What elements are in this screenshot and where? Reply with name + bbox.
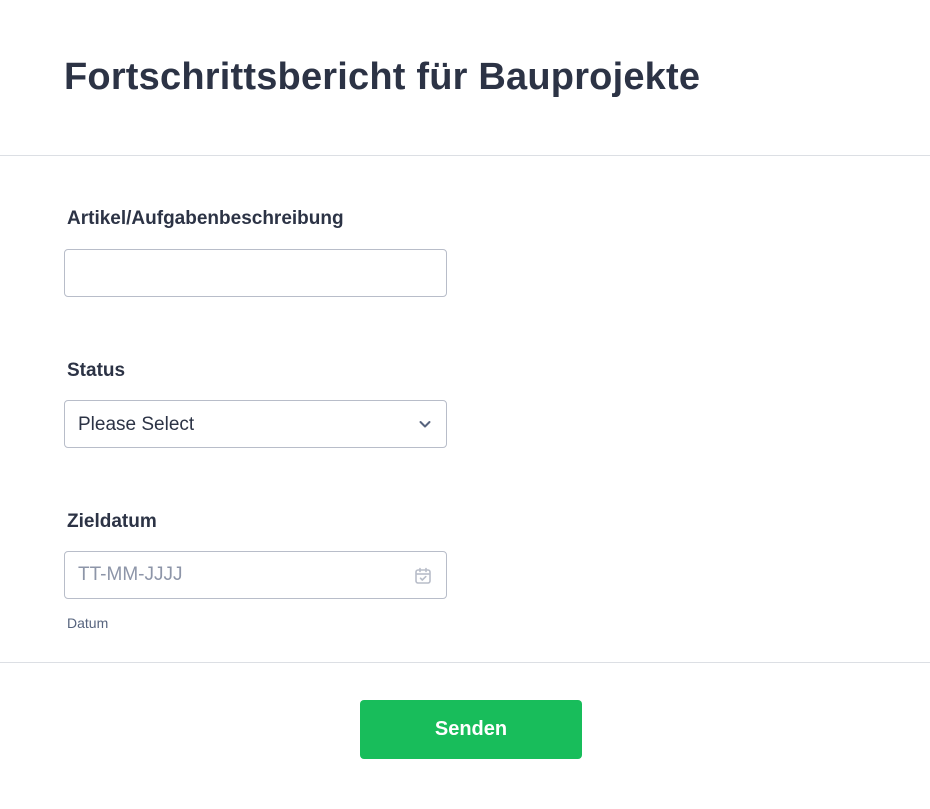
target-date-label: Zieldatum bbox=[67, 511, 157, 532]
chevron-down-icon bbox=[419, 421, 431, 428]
target-date-input[interactable] bbox=[65, 552, 395, 598]
status-select[interactable]: Please Select bbox=[64, 400, 447, 448]
target-date-sublabel: Datum bbox=[67, 615, 109, 631]
page-title: Fortschrittsbericht für Bauprojekte bbox=[64, 56, 701, 98]
calendar-icon[interactable] bbox=[413, 566, 433, 586]
description-label: Artikel/Aufgabenbeschreibung bbox=[67, 208, 344, 229]
footer-divider bbox=[0, 662, 930, 663]
description-input[interactable] bbox=[64, 249, 447, 297]
status-selected-value: Please Select bbox=[78, 414, 195, 435]
form-header: Fortschrittsbericht für Bauprojekte bbox=[0, 0, 930, 156]
submit-button[interactable]: Senden bbox=[360, 700, 582, 759]
status-label: Status bbox=[67, 360, 126, 381]
target-date-field bbox=[64, 551, 447, 599]
